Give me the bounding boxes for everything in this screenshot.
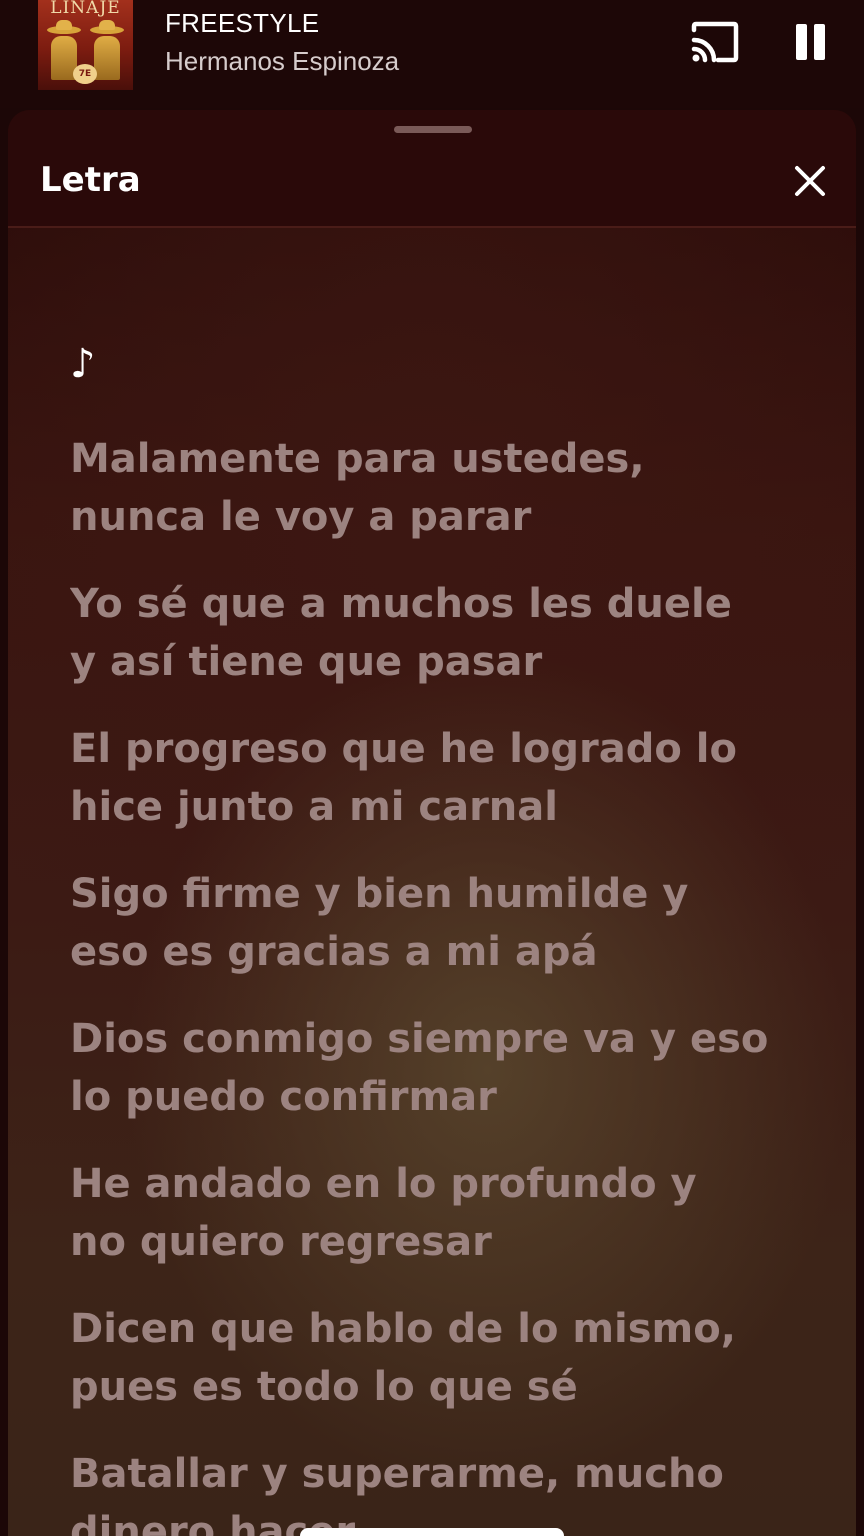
lyric-line[interactable]: Dios conmigo siempre va y eso lo puedo c…	[70, 1010, 810, 1126]
cast-button[interactable]	[690, 20, 742, 66]
lyrics-list: Malamente para ustedes, nunca le voy a p…	[70, 430, 810, 1536]
lyric-text: Dios conmigo siempre va y eso	[70, 1016, 769, 1062]
sheet-title: Letra	[40, 160, 141, 200]
lyric-text: El progreso que he logrado lo	[70, 726, 737, 772]
lyric-line[interactable]: El progreso que he logrado lo hice junto…	[70, 720, 810, 836]
lyric-text: eso es gracias a mi apá	[70, 929, 598, 975]
lyric-line[interactable]: Batallar y superarme, mucho dinero hacer	[70, 1445, 810, 1536]
lyric-line[interactable]: Dicen que hablo de lo mismo, pues es tod…	[70, 1300, 810, 1416]
lyric-line[interactable]: Sigo firme y bien humilde y eso es graci…	[70, 865, 810, 981]
pause-button[interactable]	[790, 22, 830, 66]
lyric-line[interactable]: Yo sé que a muchos les duele y así tiene…	[70, 575, 810, 691]
lyrics-sheet-header: Letra	[8, 110, 856, 228]
mini-player[interactable]: LINAJE 7E FREESTYLE Hermanos Espinoza	[0, 0, 864, 108]
lyric-text: He andado en lo profundo y	[70, 1161, 697, 1207]
lyric-text: Malamente para ustedes,	[70, 436, 645, 482]
lyric-text: Batallar y superarme, mucho	[70, 1451, 724, 1497]
drag-handle[interactable]	[394, 126, 472, 133]
home-indicator[interactable]	[300, 1528, 564, 1536]
close-icon	[795, 166, 825, 196]
lyric-text: pues es todo lo que sé	[70, 1364, 578, 1410]
close-button[interactable]	[792, 163, 828, 199]
lyric-text: y así tiene que pasar	[70, 639, 543, 685]
lyric-text: nunca le voy a parar	[70, 494, 532, 540]
app-screen: LINAJE 7E FREESTYLE Hermanos Espinoza Le…	[0, 0, 864, 1536]
track-title: FREESTYLE	[165, 8, 320, 38]
track-artist: Hermanos Espinoza	[165, 46, 400, 76]
lyrics-sheet: Letra ♪ Malamente para ustedes, nunca le…	[8, 110, 856, 1536]
album-art[interactable]: LINAJE 7E	[38, 0, 133, 90]
lyric-line[interactable]: He andado en lo profundo y no quiero reg…	[70, 1155, 810, 1271]
cast-icon	[691, 21, 739, 63]
lyric-text: Sigo firme y bien humilde y	[70, 871, 689, 917]
album-badge: 7E	[73, 64, 97, 84]
lyric-text: hice junto a mi carnal	[70, 784, 558, 830]
lyric-text: lo puedo confirmar	[70, 1074, 497, 1120]
lyric-line[interactable]: Malamente para ustedes, nunca le voy a p…	[70, 430, 810, 546]
lyric-text: Yo sé que a muchos les duele	[70, 581, 732, 627]
album-art-title: LINAJE	[50, 0, 121, 18]
music-note-icon: ♪	[70, 341, 96, 387]
lyric-text: Dicen que hablo de lo mismo,	[70, 1306, 736, 1352]
lyric-text: no quiero regresar	[70, 1219, 492, 1265]
